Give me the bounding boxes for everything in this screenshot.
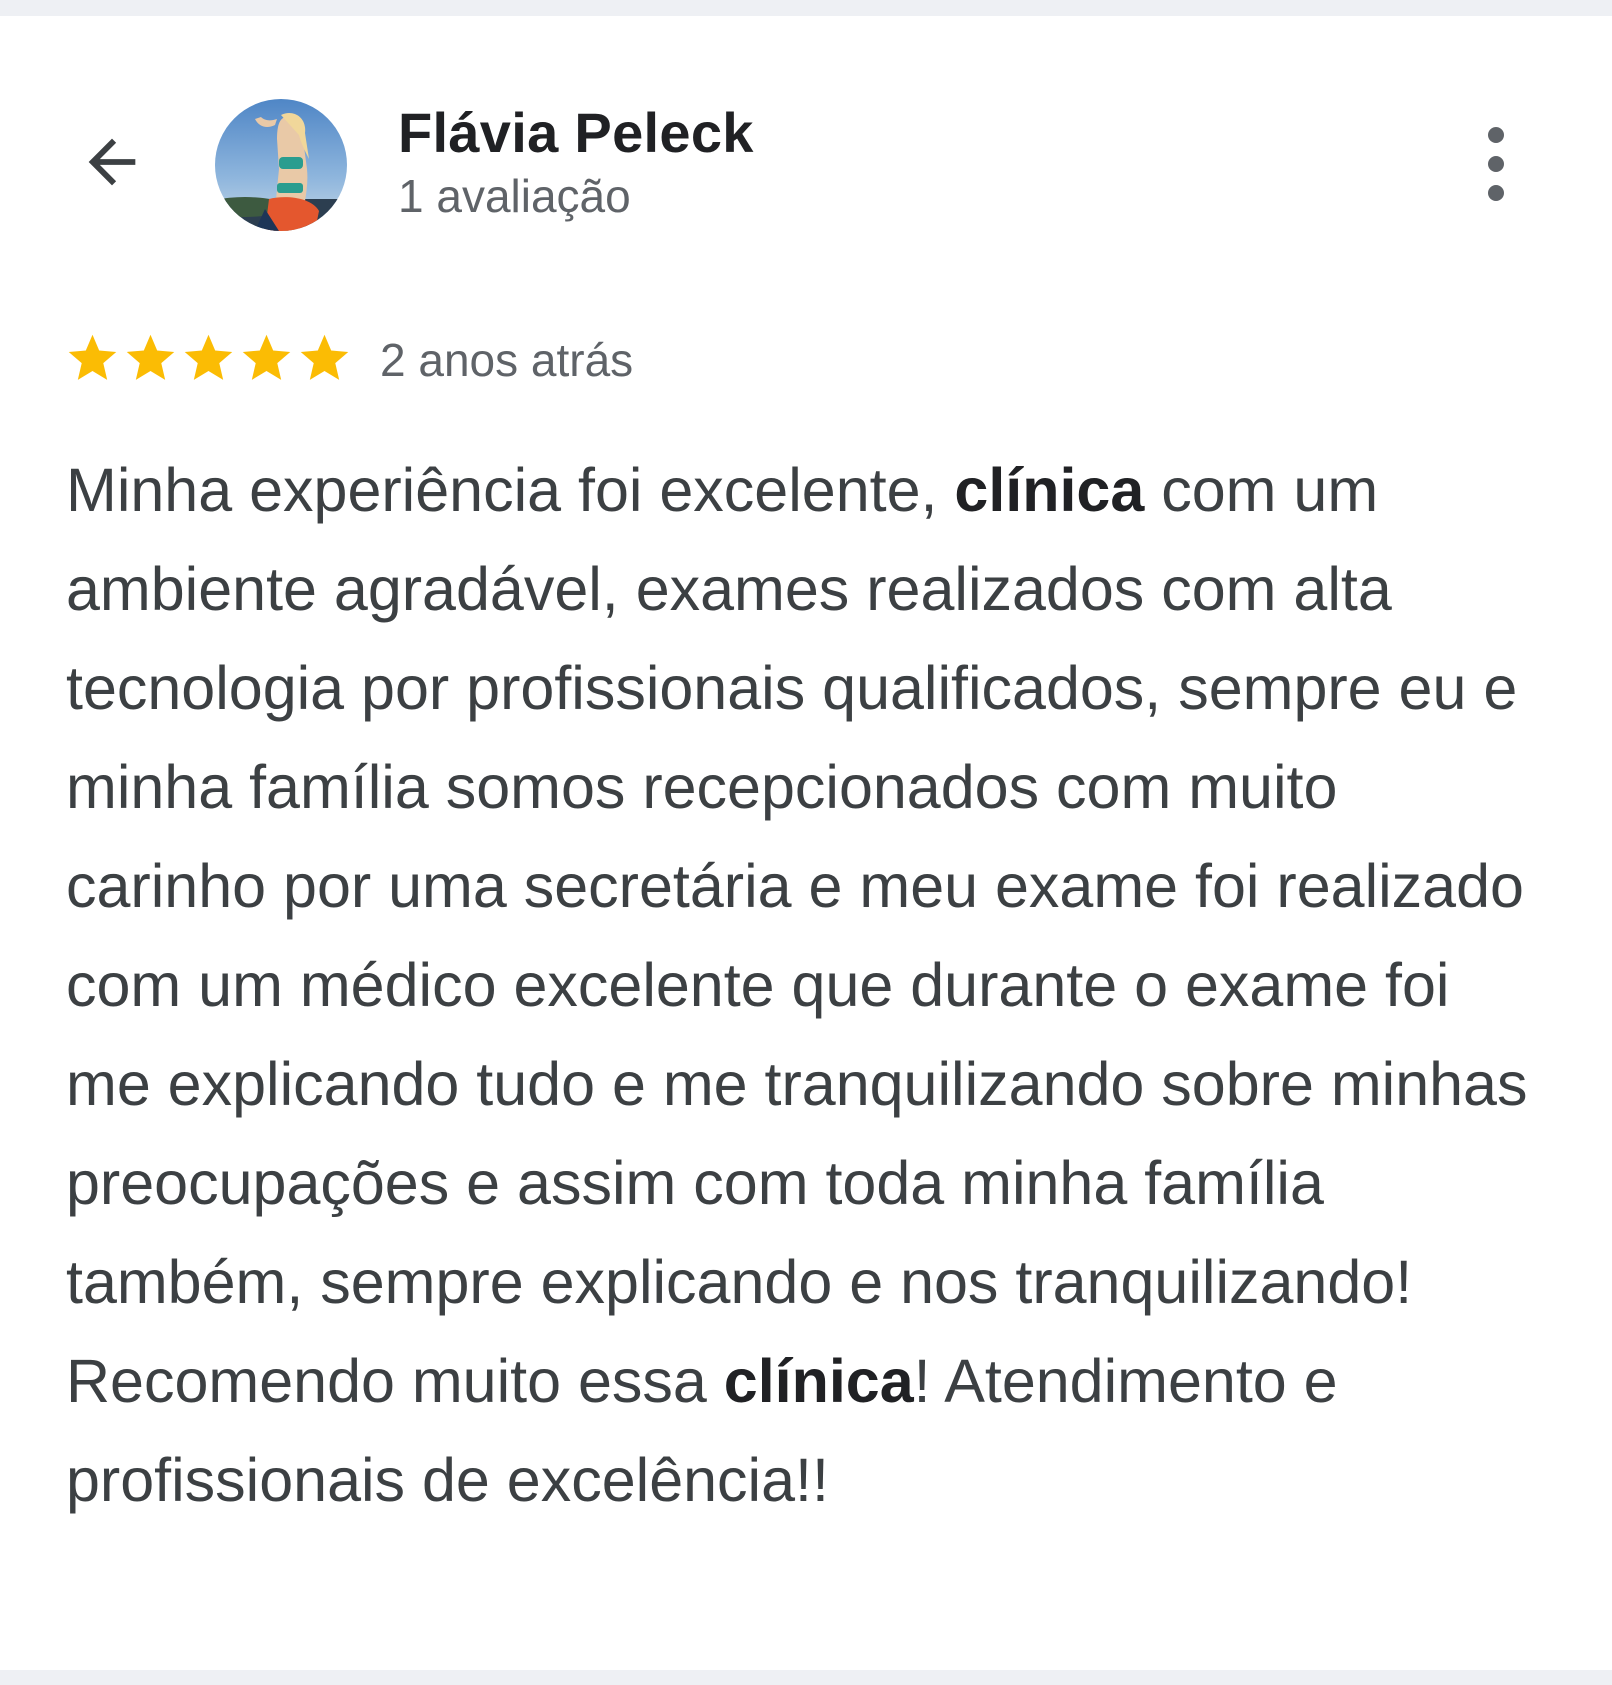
- more-vertical-icon-dot: [1488, 185, 1504, 201]
- review-text-highlight: clínica: [723, 1347, 914, 1415]
- review-card: Flávia Peleck 1 avaliação 2 anos atrás M…: [0, 16, 1612, 1670]
- star-icon: [242, 334, 291, 380]
- star-icon: [126, 334, 175, 380]
- star-icon: [300, 334, 349, 380]
- review-date: 2 anos atrás: [380, 334, 634, 386]
- more-options-button[interactable]: [1468, 122, 1524, 206]
- more-vertical-icon-dot: [1488, 127, 1504, 143]
- more-vertical-icon-dot: [1488, 156, 1504, 172]
- star-rating: [64, 330, 353, 388]
- star-icon: [68, 334, 117, 380]
- avatar[interactable]: [215, 99, 347, 231]
- review-text: Minha experiência foi excelente, clínica…: [66, 441, 1536, 1530]
- avatar-photo: [215, 99, 347, 231]
- reviewer-name[interactable]: Flávia Peleck: [398, 100, 754, 166]
- review-text-segment: com um ambiente agradável, exames realiz…: [66, 456, 1528, 1415]
- review-count: 1 avaliação: [398, 170, 631, 222]
- review-text-segment: Minha experiência foi excelente,: [66, 456, 955, 524]
- back-button[interactable]: [70, 120, 154, 204]
- review-text-highlight: clínica: [954, 456, 1145, 524]
- arrow-back-icon: [88, 138, 136, 186]
- star-icon: [184, 334, 233, 380]
